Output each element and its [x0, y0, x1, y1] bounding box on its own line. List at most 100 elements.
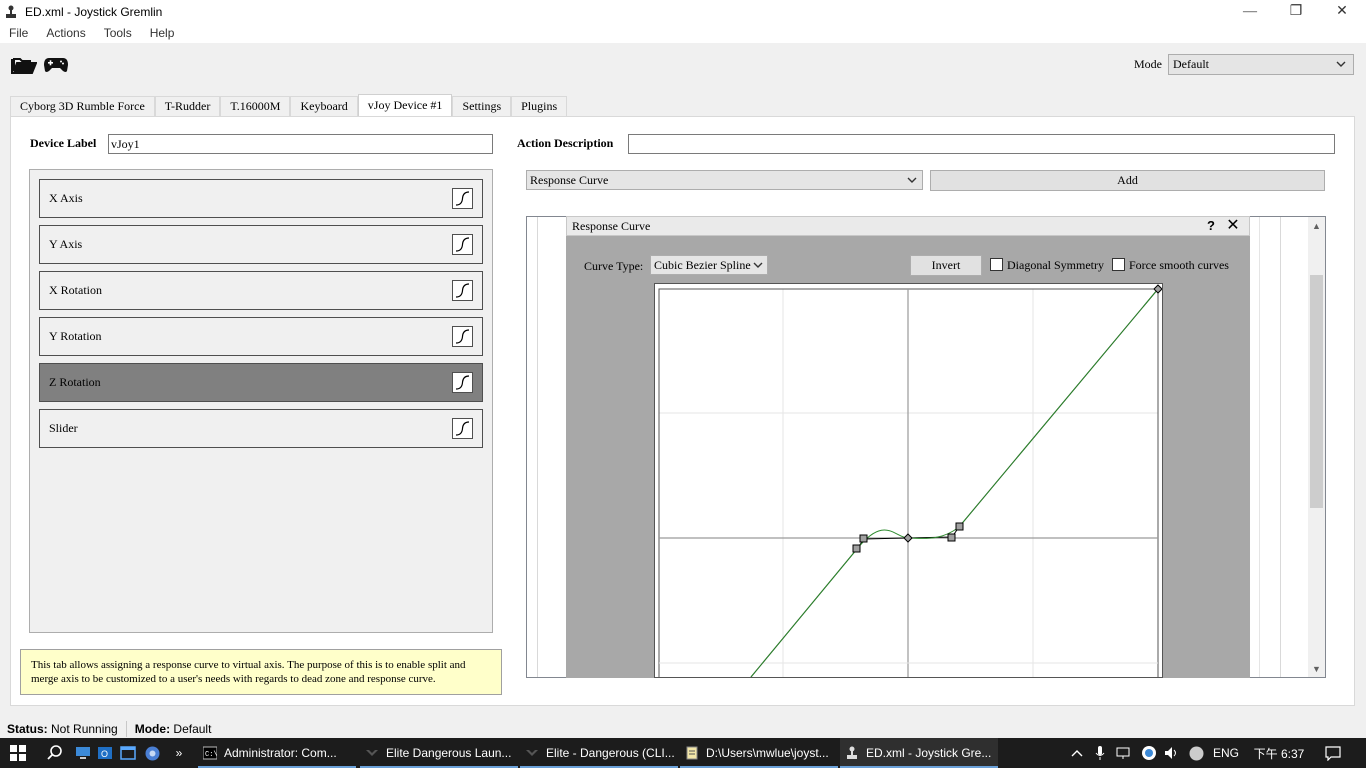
language-indicator[interactable]: ENG [1210, 738, 1242, 768]
axis-item-label: X Axis [49, 191, 83, 205]
diagonal-symmetry-label: Diagonal Symmetry [1007, 258, 1104, 272]
desktop-icon[interactable] [74, 738, 92, 768]
taskbar-item-label: D:\Users\mwlue\joyst... [706, 746, 829, 760]
force-smooth-checkbox[interactable] [1112, 258, 1125, 271]
container-border [1280, 217, 1281, 677]
chrome-icon[interactable] [142, 738, 162, 768]
cmd-icon: C:\ [203, 746, 217, 760]
container-border [537, 217, 538, 677]
axis-list[interactable]: X Axis Y Axis X Rotation Y Rotation Z Ro… [29, 169, 493, 633]
scrollbar-thumb[interactable] [1310, 275, 1323, 508]
action-type-value: Response Curve [530, 172, 609, 187]
restore-button[interactable]: ❐ [1273, 0, 1319, 23]
status-value: Not Running [51, 721, 118, 736]
taskbar-item-label: Elite - Dangerous (CLI... [546, 746, 675, 760]
info-box: This tab allows assigning a response cur… [20, 649, 502, 695]
response-curve-icon[interactable] [452, 372, 473, 393]
menu-help[interactable]: Help [141, 26, 184, 40]
status-mode-value: Default [173, 721, 212, 736]
taskbar-item-label: ED.xml - Joystick Gre... [866, 746, 992, 760]
open-profile-button[interactable] [10, 53, 38, 77]
axis-item-label: Z Rotation [49, 375, 101, 389]
axis-item-x-axis[interactable]: X Axis [39, 179, 483, 218]
minimize-button[interactable]: — [1227, 0, 1273, 23]
taskbar: O » C:\ Administrator: Com... Elite Dang… [0, 738, 1366, 768]
tab-t16000m[interactable]: T.16000M [220, 96, 291, 116]
joystick-app-icon [3, 4, 19, 20]
axis-item-label: Y Axis [49, 237, 83, 251]
device-tabs: Cyborg 3D Rumble Force T-Rudder T.16000M… [10, 94, 568, 116]
axis-item-y-rotation[interactable]: Y Rotation [39, 317, 483, 356]
taskbar-item-admin-cmd[interactable]: C:\ Administrator: Com... [198, 738, 356, 768]
taskbar-item-joystick-gremlin[interactable]: ED.xml - Joystick Gre... [840, 738, 998, 768]
title-bar: ED.xml - Joystick Gremlin [0, 0, 1366, 23]
tab-cyborg[interactable]: Cyborg 3D Rumble Force [10, 96, 155, 116]
scroll-up-icon[interactable]: ▲ [1308, 217, 1325, 234]
diagonal-symmetry-checkbox[interactable] [990, 258, 1003, 271]
invert-button[interactable]: Invert [910, 255, 982, 276]
overflow-chevron-icon[interactable]: » [170, 738, 188, 768]
outlook-icon[interactable]: O [96, 738, 114, 768]
tab-keyboard[interactable]: Keyboard [290, 96, 358, 116]
clock[interactable]: 下午 6:37 [1250, 738, 1308, 768]
response-curve-icon[interactable] [452, 234, 473, 255]
response-curve-icon[interactable] [452, 326, 473, 347]
elite-dangerous-icon [526, 750, 538, 756]
response-curve-plot[interactable] [654, 283, 1163, 678]
tab-t-rudder[interactable]: T-Rudder [154, 96, 221, 116]
mode-dropdown[interactable]: Default [1168, 54, 1354, 75]
notepad-icon [686, 746, 698, 760]
tab-settings[interactable]: Settings [452, 96, 512, 116]
menu-bar: File Actions Tools Help [0, 23, 1366, 43]
close-icon[interactable]: ✕ [1225, 216, 1241, 234]
response-curve-icon[interactable] [452, 188, 473, 209]
response-curve-icon[interactable] [452, 280, 473, 301]
status-bar: Status: Not Running Mode: Default [0, 717, 1366, 740]
device-label-input[interactable]: vJoy1 [108, 134, 493, 154]
action-type-dropdown[interactable]: Response Curve [526, 170, 923, 190]
tab-vjoy-device-1[interactable]: vJoy Device #1 [357, 94, 453, 116]
menu-file[interactable]: File [0, 26, 37, 40]
add-action-button[interactable]: Add [930, 170, 1325, 191]
gamepad-icon [44, 58, 68, 72]
volume-icon[interactable] [1162, 738, 1182, 768]
help-icon[interactable]: ? [1204, 216, 1218, 234]
container-border [1259, 217, 1260, 677]
taskbar-item-notepad[interactable]: D:\Users\mwlue\joyst... [680, 738, 838, 768]
taskbar-item-elite-client[interactable]: Elite - Dangerous (CLI... [520, 738, 678, 768]
close-button[interactable]: ✕ [1319, 0, 1365, 23]
chevron-down-icon [753, 262, 763, 268]
search-icon[interactable] [44, 738, 66, 768]
chat-icon[interactable] [1138, 738, 1160, 768]
status-label: Status: [7, 721, 48, 736]
curve-type-label: Curve Type: [584, 259, 644, 273]
microphone-icon[interactable] [1090, 738, 1110, 768]
tab-plugins[interactable]: Plugins [511, 96, 568, 116]
response-curve-icon[interactable] [452, 418, 473, 439]
force-smooth-label: Force smooth curves [1129, 258, 1229, 272]
device-button[interactable] [42, 53, 70, 77]
scroll-down-icon[interactable]: ▼ [1308, 660, 1325, 677]
window-icon[interactable] [118, 738, 138, 768]
tray-chevron-up-icon[interactable] [1068, 738, 1086, 768]
network-icon[interactable] [1114, 738, 1134, 768]
axis-item-slider[interactable]: Slider [39, 409, 483, 448]
chevron-down-icon [1336, 61, 1346, 67]
menu-actions[interactable]: Actions [37, 26, 94, 40]
notifications-icon[interactable] [1318, 738, 1348, 768]
axis-item-label: Slider [49, 421, 78, 435]
status-mode-label: Mode: [134, 721, 171, 736]
window-title: ED.xml - Joystick Gremlin [25, 4, 163, 19]
status-divider [125, 720, 127, 737]
axis-item-x-rotation[interactable]: X Rotation [39, 271, 483, 310]
axis-item-y-axis[interactable]: Y Axis [39, 225, 483, 264]
status-globe-icon[interactable] [1186, 738, 1206, 768]
axis-item-z-rotation[interactable]: Z Rotation [39, 363, 483, 402]
windows-start-icon[interactable] [0, 738, 36, 768]
action-description-input[interactable] [628, 134, 1335, 154]
curve-type-dropdown[interactable]: Cubic Bezier Spline [650, 255, 768, 275]
menu-tools[interactable]: Tools [95, 26, 141, 40]
joystick-app-icon [847, 746, 857, 759]
device-label-caption: Device Label [30, 136, 97, 150]
taskbar-item-elite-launcher[interactable]: Elite Dangerous Laun... [360, 738, 518, 768]
